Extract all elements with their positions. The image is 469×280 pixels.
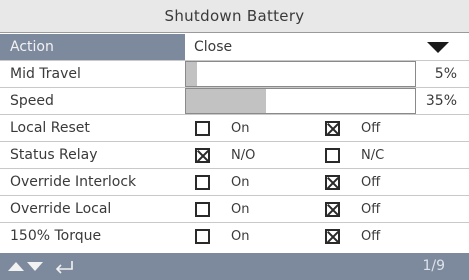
override-interlock-off-text: Off [361,175,381,190]
override-interlock-on-option[interactable]: On [195,169,249,196]
local-reset-on-option[interactable]: On [195,115,249,142]
override-local-on-option[interactable]: On [195,196,249,223]
status-relay-no-option[interactable]: N/O [195,142,255,169]
torque-on-text: On [231,229,250,244]
local-reset-off-text: Off [361,121,381,136]
mid-travel-slider[interactable] [185,61,416,87]
status-relay-nc-text: N/C [361,148,385,163]
local-reset-on-checkbox[interactable] [195,121,210,136]
override-interlock-row: Override Interlock On Off [0,169,469,196]
down-arrow-icon[interactable] [27,262,43,271]
page-title: Shutdown Battery [0,0,469,33]
torque-row: 150% Torque On Off [0,223,469,250]
enter-icon[interactable] [53,259,75,275]
torque-on-option[interactable]: On [195,223,249,250]
override-interlock-off-option[interactable]: Off [325,169,380,196]
status-relay-label: Status Relay [10,147,98,163]
speed-row[interactable]: Speed 35% [0,88,469,115]
status-relay-no-checkbox[interactable] [195,148,210,163]
override-local-on-text: On [231,202,250,217]
action-value[interactable]: Close [194,34,232,60]
override-interlock-on-checkbox[interactable] [195,175,210,190]
override-local-off-checkbox[interactable] [325,202,340,217]
chevron-down-icon[interactable] [427,42,449,53]
local-reset-off-option[interactable]: Off [325,115,380,142]
torque-off-option[interactable]: Off [325,223,380,250]
action-label: Action [10,39,54,55]
override-interlock-label: Override Interlock [10,174,137,190]
torque-off-checkbox[interactable] [325,229,340,244]
override-local-off-option[interactable]: Off [325,196,380,223]
status-relay-nc-checkbox[interactable] [325,148,340,163]
torque-on-checkbox[interactable] [195,229,210,244]
mid-travel-fill [186,62,198,86]
local-reset-row: Local Reset On Off [0,115,469,142]
override-interlock-off-checkbox[interactable] [325,175,340,190]
mid-travel-label: Mid Travel [10,66,81,82]
local-reset-label: Local Reset [10,120,90,136]
speed-fill [186,89,267,113]
mid-travel-value: 5% [434,66,457,82]
shutdown-battery-screen: Shutdown Battery Action Close Mid Travel… [0,0,469,280]
footer-bar: 1/9 [0,253,469,280]
action-row[interactable]: Action Close [0,34,469,61]
nav-controls [8,253,75,280]
status-relay-no-text: N/O [231,148,256,163]
page-title-text: Shutdown Battery [164,7,305,25]
local-reset-off-checkbox[interactable] [325,121,340,136]
override-local-off-text: Off [361,202,381,217]
page-indicator: 1/9 [422,258,445,274]
speed-label: Speed [10,93,54,109]
override-interlock-on-text: On [231,175,250,190]
override-local-row: Override Local On Off [0,196,469,223]
status-relay-nc-option[interactable]: N/C [325,142,384,169]
up-arrow-icon[interactable] [8,262,24,271]
torque-off-text: Off [361,229,381,244]
override-local-on-checkbox[interactable] [195,202,210,217]
override-local-label: Override Local [10,201,112,217]
torque-label: 150% Torque [10,228,102,244]
speed-value: 35% [425,93,457,109]
status-relay-row: Status Relay N/O N/C [0,142,469,169]
speed-slider[interactable] [185,88,416,114]
mid-travel-row[interactable]: Mid Travel 5% [0,61,469,88]
local-reset-on-text: On [231,121,250,136]
